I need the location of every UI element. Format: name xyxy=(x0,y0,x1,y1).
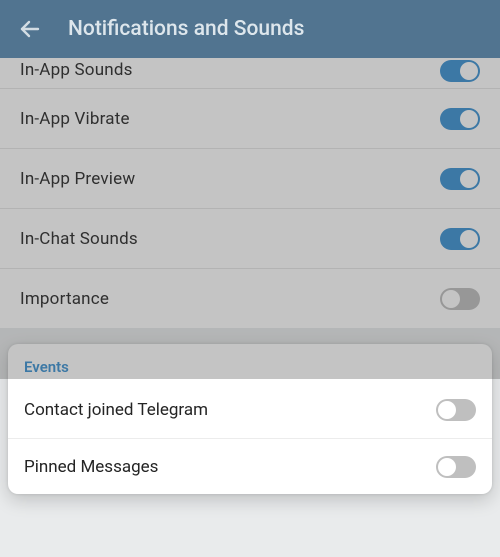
events-card: Events Contact joined Telegram Pinned Me… xyxy=(8,344,492,494)
toggle-in-app-vibrate[interactable] xyxy=(440,108,480,130)
events-section-header: Events xyxy=(8,358,492,382)
toggle-importance[interactable] xyxy=(440,288,480,310)
setting-row-in-app-vibrate[interactable]: In-App Vibrate xyxy=(0,88,500,148)
toggle-pinned-messages[interactable] xyxy=(436,456,476,478)
setting-row-importance[interactable]: Importance xyxy=(0,268,500,328)
setting-row-in-chat-sounds[interactable]: In-Chat Sounds xyxy=(0,208,500,268)
toggle-in-app-preview[interactable] xyxy=(440,168,480,190)
app-header: Notifications and Sounds xyxy=(0,0,500,58)
setting-label: In-App Vibrate xyxy=(20,109,130,129)
setting-label: In-Chat Sounds xyxy=(20,229,138,249)
events-label: Pinned Messages xyxy=(24,457,158,477)
events-label: Contact joined Telegram xyxy=(24,400,208,420)
setting-label: In-App Preview xyxy=(20,169,135,189)
toggle-contact-joined[interactable] xyxy=(436,399,476,421)
toggle-in-app-sounds[interactable] xyxy=(440,60,480,82)
back-button[interactable] xyxy=(10,9,50,49)
setting-row-in-app-sounds[interactable]: In-App Sounds xyxy=(0,58,500,88)
section-gap xyxy=(0,328,500,344)
setting-label: Importance xyxy=(20,289,109,309)
toggle-in-chat-sounds[interactable] xyxy=(440,228,480,250)
in-app-settings-list: In-App Sounds In-App Vibrate In-App Prev… xyxy=(0,58,500,328)
page-title: Notifications and Sounds xyxy=(68,17,304,41)
events-row-pinned-messages[interactable]: Pinned Messages xyxy=(8,438,492,494)
setting-row-in-app-preview[interactable]: In-App Preview xyxy=(0,148,500,208)
setting-label: In-App Sounds xyxy=(20,60,133,80)
arrow-left-icon xyxy=(18,17,42,41)
events-row-contact-joined[interactable]: Contact joined Telegram xyxy=(8,382,492,438)
